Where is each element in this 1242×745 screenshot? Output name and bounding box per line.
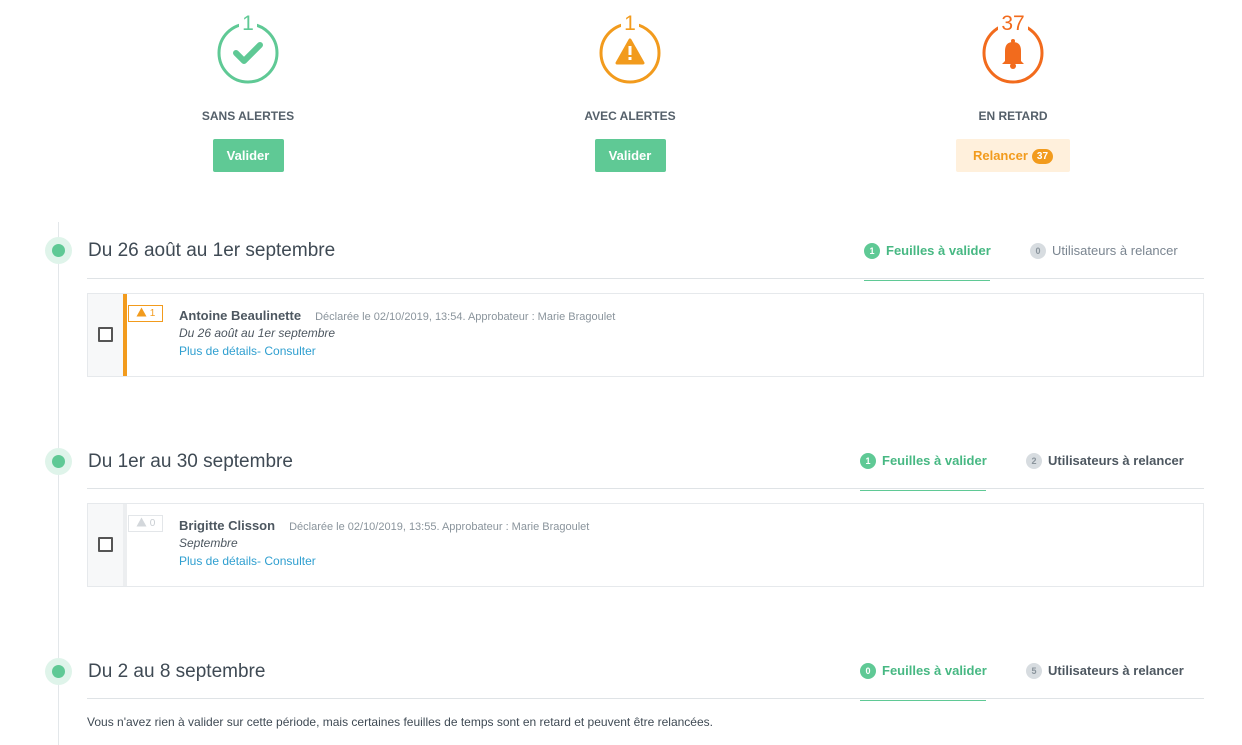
- timesheet-row: 1 Antoine Beaulinette Déclarée le 02/10/2…: [87, 293, 1204, 377]
- employee-line: Antoine Beaulinette Déclarée le 02/10/201…: [179, 308, 615, 323]
- tab-count: 0: [1030, 243, 1046, 259]
- tab-users-to-remind[interactable]: 2 Utilisateurs à relancer: [1026, 451, 1184, 491]
- stat-avec-alertes: 1 AVEC ALERTES Valider: [530, 0, 730, 172]
- empty-period-message: Vous n'avez rien à valider sur cette pér…: [87, 715, 713, 729]
- tab-count: 1: [864, 243, 880, 259]
- tab-sheets-to-validate[interactable]: 1 Feuilles à valider: [860, 451, 987, 491]
- alert-count-badge: 0: [128, 515, 163, 532]
- stat-label: EN RETARD: [978, 109, 1048, 123]
- tab-sheets-to-validate[interactable]: 1 Feuilles à valider: [864, 241, 991, 281]
- declaration-meta: Déclarée le 02/10/2019, 13:54. Approbate…: [315, 311, 616, 323]
- row-checkbox[interactable]: [98, 327, 113, 342]
- alert-indicator-bar: [123, 504, 127, 586]
- tab-count: 0: [860, 663, 876, 679]
- alert-indicator-bar: [123, 294, 127, 376]
- stat-ring: 1: [216, 12, 280, 84]
- tab-count: 1: [860, 453, 876, 469]
- period-title: Du 2 au 8 septembre: [88, 661, 266, 682]
- row-links: Plus de détails- Consulter: [179, 554, 316, 568]
- timeline-dot: [45, 237, 72, 264]
- row-links: Plus de détails- Consulter: [179, 344, 316, 358]
- stat-count: 37: [981, 12, 1045, 35]
- period-tabs: 0 Feuilles à valider 5 Utilisateurs à rela…: [860, 661, 1204, 701]
- period-title: Du 1er au 30 septembre: [88, 451, 293, 472]
- stat-count: 1: [598, 12, 662, 35]
- tab-count: 5: [1026, 663, 1042, 679]
- timeline-dot: [45, 658, 72, 685]
- timesheet-period: Septembre: [179, 536, 238, 550]
- period-tabs: 1 Feuilles à valider 2 Utilisateurs à rela…: [860, 451, 1204, 491]
- alert-count: 1: [149, 308, 156, 319]
- tab-label: Feuilles à valider: [882, 663, 987, 678]
- employee-name: Antoine Beaulinette: [179, 308, 302, 323]
- section-divider: [87, 698, 1204, 699]
- remind-button-label: Relancer: [972, 148, 1028, 163]
- stat-label: SANS ALERTES: [201, 109, 295, 123]
- tab-users-to-remind[interactable]: 0 Utilisateurs à relancer: [1030, 241, 1178, 281]
- tab-label: Utilisateurs à relancer: [1048, 453, 1184, 468]
- declaration-meta: Déclarée le 02/10/2019, 13:55. Approbate…: [289, 521, 590, 533]
- section-divider: [87, 278, 1204, 279]
- warning-icon: [136, 517, 147, 527]
- stat-en-retard: 37 EN RETARD Relancer 37: [913, 0, 1113, 172]
- tab-label: Feuilles à valider: [882, 453, 987, 468]
- timesheet-row: 0 Brigitte Clisson Déclarée le 02/10/2019…: [87, 503, 1204, 587]
- tab-sheets-to-validate[interactable]: 0 Feuilles à valider: [860, 661, 987, 701]
- period-tabs: 1 Feuilles à valider 0 Utilisateurs à rela…: [864, 241, 1204, 281]
- period-title: Du 26 août au 1er septembre: [88, 240, 336, 261]
- details-link[interactable]: Plus de détails: [179, 344, 257, 358]
- tab-users-to-remind[interactable]: 5 Utilisateurs à relancer: [1026, 661, 1184, 701]
- validate-button[interactable]: Valider: [212, 139, 284, 172]
- stat-ring: 37: [981, 12, 1045, 84]
- employee-name: Brigitte Clisson: [179, 518, 276, 533]
- alert-count: 0: [149, 518, 156, 529]
- details-link[interactable]: Plus de détails: [179, 554, 257, 568]
- alert-count-badge: 1: [128, 305, 163, 322]
- section-divider: [87, 488, 1204, 489]
- remind-button[interactable]: Relancer 37: [956, 139, 1070, 172]
- stat-sans-alertes: 1 SANS ALERTES Valider: [148, 0, 348, 172]
- consult-link[interactable]: Consulter: [261, 344, 315, 358]
- employee-line: Brigitte Clisson Déclarée le 02/10/2019, …: [179, 518, 589, 533]
- timesheet-period: Du 26 août au 1er septembre: [179, 326, 336, 340]
- tab-label: Utilisateurs à relancer: [1048, 663, 1184, 678]
- timeline-dot: [45, 448, 72, 475]
- warning-icon: [136, 307, 147, 317]
- tab-label: Utilisateurs à relancer: [1052, 243, 1178, 258]
- validate-button[interactable]: Valider: [594, 139, 666, 172]
- row-checkbox[interactable]: [98, 537, 113, 552]
- tab-label: Feuilles à valider: [886, 243, 991, 258]
- tab-count: 2: [1026, 453, 1042, 469]
- remind-count-badge: 37: [1031, 149, 1054, 164]
- summary-panel: 1 SANS ALERTES Valider 1 AVEC ALERTES Va…: [0, 0, 1242, 190]
- stat-label: AVEC ALERTES: [584, 109, 676, 123]
- stat-ring: 1: [598, 12, 662, 84]
- stat-count: 1: [216, 12, 280, 35]
- consult-link[interactable]: Consulter: [261, 554, 315, 568]
